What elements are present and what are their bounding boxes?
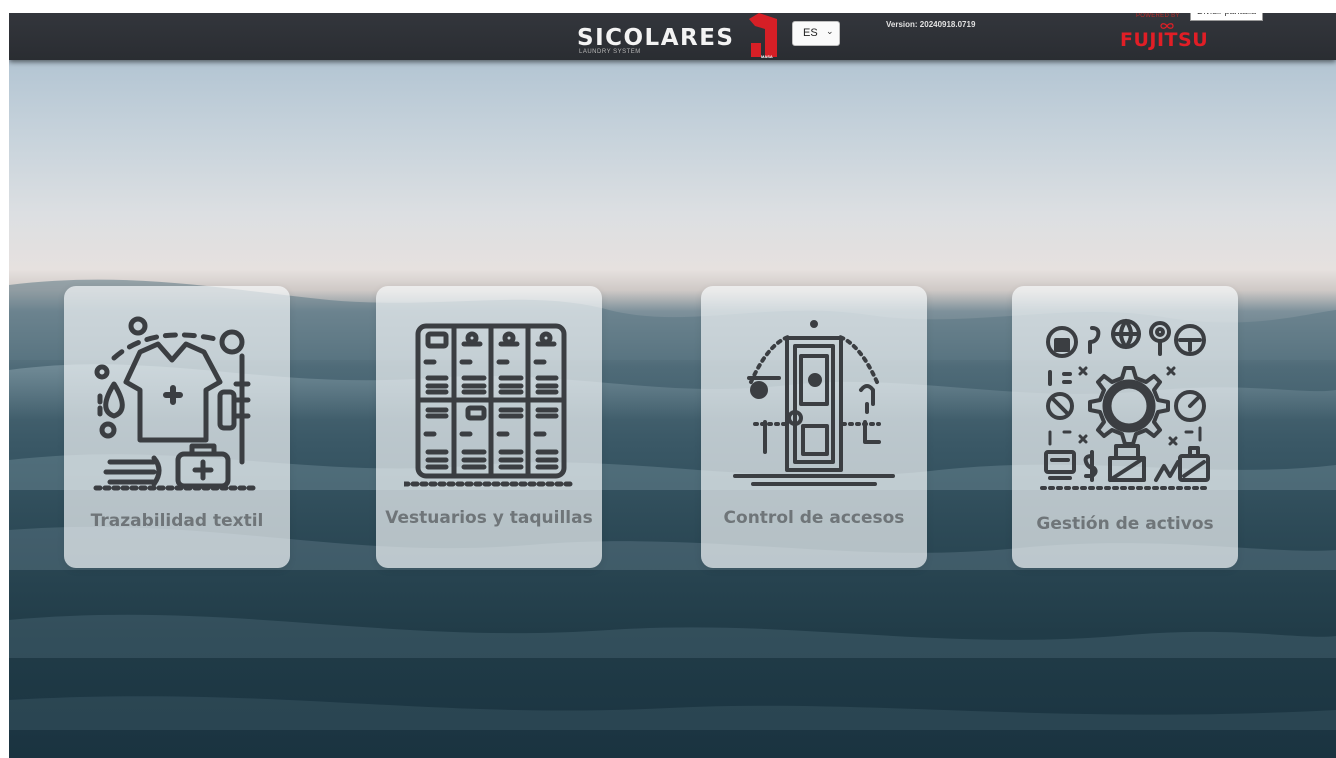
language-select[interactable]: ES ⌄ bbox=[792, 21, 840, 46]
version-label: Version: 20240918.0719 bbox=[886, 20, 976, 29]
asset-management-gear-icon bbox=[1040, 319, 1210, 490]
sicolares-logo[interactable]: SICOLARES LAUNDRY SYSTEM MASA bbox=[577, 13, 777, 59]
split-screen-tooltip: Dividir pantalla bbox=[1190, 13, 1264, 21]
fujitsu-logo: FUJITSU bbox=[1120, 29, 1209, 51]
card-textile-traceability[interactable]: Trazabilidad textil bbox=[64, 286, 290, 568]
logo-mark-text: MASA bbox=[761, 54, 773, 59]
powered-by-label: POWERED BY bbox=[1136, 13, 1180, 19]
app-frame: SICOLARES LAUNDRY SYSTEM MASA ES ⌄ Versi… bbox=[9, 13, 1336, 758]
language-select-value: ES bbox=[803, 27, 818, 39]
card-lockers[interactable]: Vestuarios y taquillas bbox=[376, 286, 602, 568]
card-label: Trazabilidad textil bbox=[90, 511, 264, 531]
logo-subtext: LAUNDRY SYSTEM bbox=[579, 49, 641, 55]
logo-mark-icon bbox=[749, 13, 777, 57]
card-access-control[interactable]: Control de accesos bbox=[701, 286, 927, 568]
lockers-icon bbox=[404, 323, 574, 487]
card-asset-management[interactable]: Gestión de activos bbox=[1012, 286, 1238, 568]
top-header-bar: SICOLARES LAUNDRY SYSTEM MASA ES ⌄ Versi… bbox=[9, 13, 1336, 60]
card-label: Vestuarios y taquillas bbox=[385, 508, 593, 528]
card-label: Gestión de activos bbox=[1036, 514, 1214, 534]
access-control-door-icon bbox=[733, 320, 895, 486]
card-label: Control de accesos bbox=[723, 508, 905, 528]
textile-traceability-icon bbox=[93, 316, 261, 491]
chevron-down-icon: ⌄ bbox=[826, 26, 834, 36]
logo-text: SICOLARES bbox=[577, 25, 735, 51]
